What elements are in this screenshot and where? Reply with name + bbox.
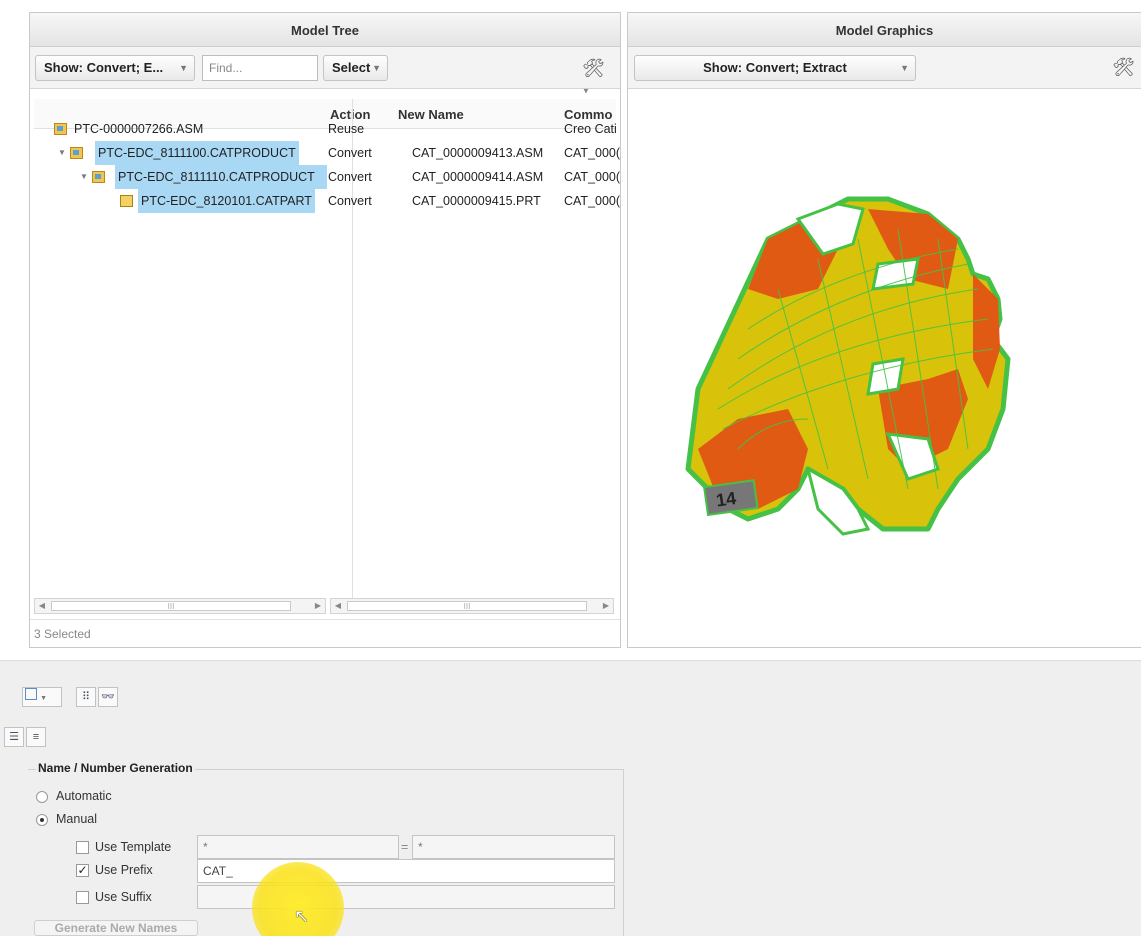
tree-row-new-name: CAT_0000009414.ASM — [412, 170, 544, 184]
divider — [30, 619, 620, 620]
model-tree-panel: Model Tree Show: Convert; E... ▼ Find...… — [29, 12, 621, 648]
select-dropdown[interactable]: Select ▼ — [323, 55, 388, 81]
tree-row-name: PTC-0000007266.ASM — [74, 122, 204, 136]
template-result-input[interactable]: * — [412, 835, 615, 859]
settings-tools-icon[interactable]: 🛠▼ — [582, 57, 612, 95]
automatic-label: Automatic — [56, 789, 112, 803]
tree-row-action: Convert — [328, 194, 372, 208]
model-number-label: 14 — [715, 488, 738, 511]
preview-glasses-button[interactable]: 👓 — [98, 687, 118, 707]
prefix-input[interactable]: CAT_ — [197, 859, 615, 883]
tree-row-name: PTC-EDC_8120101.CATPART — [138, 189, 315, 213]
tree-row-name: PTC-EDC_8111100.CATPRODUCT — [95, 141, 299, 165]
assembly-icon — [92, 165, 105, 189]
tree-row-common: CAT_000( — [564, 170, 621, 184]
tree-row-common: CAT_000( — [564, 194, 621, 208]
tree-row-common: CAT_000( — [564, 146, 621, 160]
tree-row[interactable]: ▼ PTC-EDC_8111100.CATPRODUCT Convert CAT… — [34, 141, 620, 165]
scroll-left-icon[interactable]: ◀ — [35, 599, 49, 613]
model-tree-title: Model Tree — [30, 13, 620, 47]
view-mode-button[interactable]: ▼ — [22, 687, 62, 707]
show-filter-label: Show: Convert; E... — [44, 60, 164, 75]
automatic-radio[interactable] — [36, 791, 48, 803]
tree-row-action: Convert — [328, 146, 372, 160]
selection-status: 3 Selected — [34, 627, 91, 641]
tree-view-button[interactable]: ⠿ — [76, 687, 96, 707]
model-tree-toolbar: Show: Convert; E... ▼ Find... Select ▼ 🛠… — [30, 47, 620, 95]
list-view-button[interactable]: ☰ — [4, 727, 24, 747]
use-suffix-label: Use Suffix — [95, 890, 152, 904]
use-suffix-checkbox[interactable] — [76, 891, 89, 904]
graphics-viewport[interactable]: 14 — [628, 89, 1141, 647]
scroll-left-icon[interactable]: ◀ — [331, 599, 345, 613]
tree-row[interactable]: PTC-0000007266.ASM Reuse Creo Cati — [34, 117, 617, 141]
model-graphics-toolbar: Show: Convert; Extract ▼ 🛠 — [628, 47, 1141, 89]
tree-row-action: Reuse — [328, 122, 365, 136]
group-title: Name / Number Generation — [36, 761, 195, 775]
tree-row[interactable]: PTC-EDC_8120101.CATPART Convert CAT_0000… — [34, 189, 620, 213]
manual-label: Manual — [56, 812, 97, 826]
manual-radio[interactable] — [36, 814, 48, 826]
chevron-down-icon: ▼ — [900, 63, 909, 73]
scroll-thumb[interactable]: III — [51, 601, 291, 611]
template-input[interactable]: * — [197, 835, 399, 859]
show-filter-dropdown[interactable]: Show: Convert; E... ▼ — [35, 55, 195, 81]
assembly-icon — [54, 117, 67, 141]
car-body-model[interactable]: 14 — [628, 89, 1141, 649]
expand-triangle-icon[interactable]: ▼ — [58, 141, 66, 165]
template-equals: = — [401, 840, 409, 854]
use-prefix-label: Use Prefix — [95, 863, 153, 877]
graphics-show-filter-dropdown[interactable]: Show: Convert; Extract ▼ — [634, 55, 916, 81]
detail-view-button[interactable]: ≡ — [26, 727, 46, 747]
expand-triangle-icon[interactable]: ▼ — [80, 165, 88, 189]
tree-horizontal-scrollbar[interactable]: ◀ III ▶ — [34, 598, 326, 614]
window-icon — [25, 688, 37, 700]
model-graphics-panel: Model Graphics Show: Convert; Extract ▼ … — [627, 12, 1141, 648]
tree-row[interactable]: ▼ PTC-EDC_8111110.CATPRODUCT Convert CAT… — [34, 165, 620, 189]
assembly-icon — [70, 141, 83, 165]
part-icon — [120, 189, 133, 213]
tree-row-new-name: CAT_0000009415.PRT — [412, 194, 541, 208]
tree-row-new-name: CAT_0000009413.ASM — [412, 146, 544, 160]
tree-row-action: Convert — [328, 170, 372, 184]
scroll-thumb[interactable]: III — [347, 601, 587, 611]
tree-row-common: Creo Cati — [564, 122, 617, 136]
chevron-down-icon: ▼ — [179, 63, 188, 73]
generate-new-names-button[interactable]: Generate New Names — [34, 920, 198, 936]
use-template-checkbox[interactable] — [76, 841, 89, 854]
chevron-down-icon: ▼ — [40, 695, 47, 702]
chevron-down-icon: ▼ — [372, 63, 381, 73]
model-graphics-title: Model Graphics — [628, 13, 1141, 47]
scroll-right-icon[interactable]: ▶ — [599, 599, 613, 613]
tree-row-name: PTC-EDC_8111110.CATPRODUCT — [115, 165, 327, 189]
settings-area: ▼ ⠿ 👓 ☰ ≡ Name / Number Generation Autom… — [0, 660, 1141, 936]
settings-tools-icon[interactable]: 🛠 — [1112, 57, 1135, 78]
use-prefix-checkbox[interactable]: ✓ — [76, 864, 89, 877]
mouse-pointer-icon: ↖ — [294, 906, 310, 926]
find-input[interactable]: Find... — [202, 55, 318, 81]
select-label: Select — [332, 60, 371, 75]
use-template-label: Use Template — [95, 840, 172, 854]
graphics-show-filter-label: Show: Convert; Extract — [703, 60, 847, 75]
scroll-right-icon[interactable]: ▶ — [311, 599, 325, 613]
columns-horizontal-scrollbar[interactable]: ◀ III ▶ — [330, 598, 614, 614]
